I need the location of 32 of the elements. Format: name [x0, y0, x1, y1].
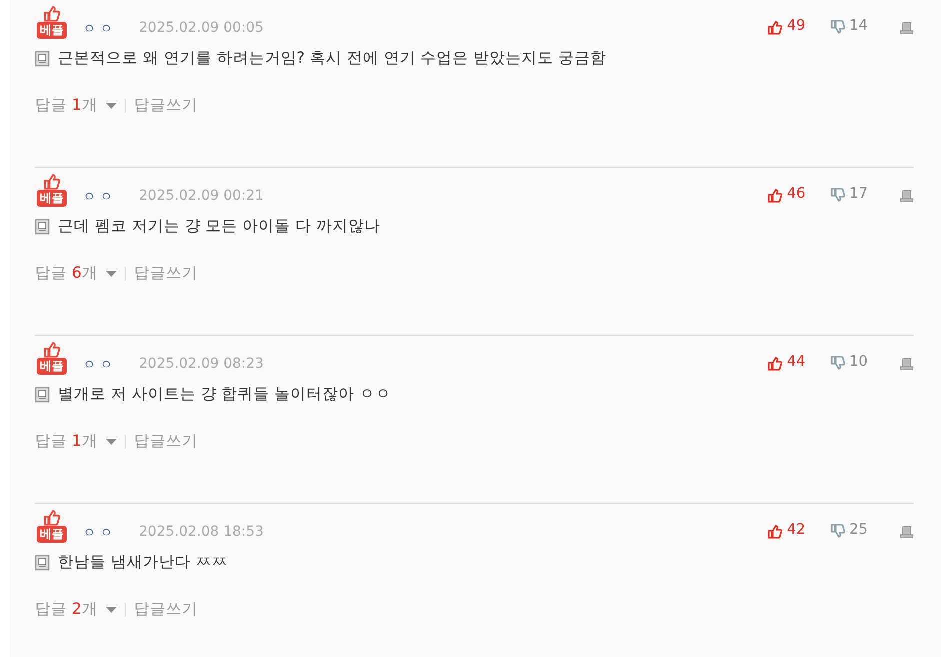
like-button[interactable]: 49 — [767, 16, 806, 38]
like-button[interactable]: 44 — [767, 352, 806, 374]
author-name[interactable]: ㅇㅇ — [83, 356, 117, 375]
write-reply-link[interactable]: 답글쓰기 — [134, 94, 198, 118]
comment-text: 근본적으로 왜 연기를 하려는거임? 혹시 전에 연기 수업은 받았는지도 궁금함 — [58, 48, 607, 69]
comment-text: 근데 펨코 저기는 걍 모든 아이돌 다 까지않나 — [58, 216, 380, 237]
dislike-button[interactable]: 17 — [830, 184, 868, 206]
dislike-button[interactable]: 10 — [830, 352, 868, 374]
like-button[interactable]: 46 — [767, 184, 806, 206]
comment-text: 별개로 저 사이트는 걍 합퀴들 놀이터잖아 ㅇㅇ — [58, 384, 392, 405]
like-button[interactable]: 42 — [767, 520, 806, 542]
best-badge: 베플 — [37, 526, 67, 543]
reply-count-toggle[interactable]: 답글 2개 — [35, 598, 117, 622]
comment-date: 2025.02.09 08:23 — [139, 355, 264, 374]
author-name[interactable]: ㅇㅇ — [83, 188, 117, 207]
reply-count-toggle[interactable]: 답글 1개 — [35, 94, 117, 118]
dislike-button[interactable]: 25 — [830, 520, 868, 542]
best-badge: 베플 — [37, 22, 67, 39]
comment-date: 2025.02.08 18:53 — [139, 523, 264, 542]
comment-date: 2025.02.09 00:21 — [139, 187, 264, 206]
comment-date: 2025.02.09 00:05 — [139, 19, 264, 38]
write-reply-link[interactable]: 답글쓰기 — [134, 430, 198, 454]
write-reply-link[interactable]: 답글쓰기 — [134, 598, 198, 622]
comment-text: 한남들 냄새가난다 ㅉㅉ — [58, 552, 228, 573]
reply-count-toggle[interactable]: 답글 6개 — [35, 262, 117, 286]
author-name[interactable]: ㅇㅇ — [83, 524, 117, 543]
best-badge: 베플 — [37, 358, 67, 375]
reply-count-toggle[interactable]: 답글 1개 — [35, 430, 117, 454]
write-reply-link[interactable]: 답글쓰기 — [134, 262, 198, 286]
author-name[interactable]: ㅇㅇ — [83, 20, 117, 39]
best-badge: 베플 — [37, 190, 67, 207]
dislike-button[interactable]: 14 — [830, 16, 868, 38]
